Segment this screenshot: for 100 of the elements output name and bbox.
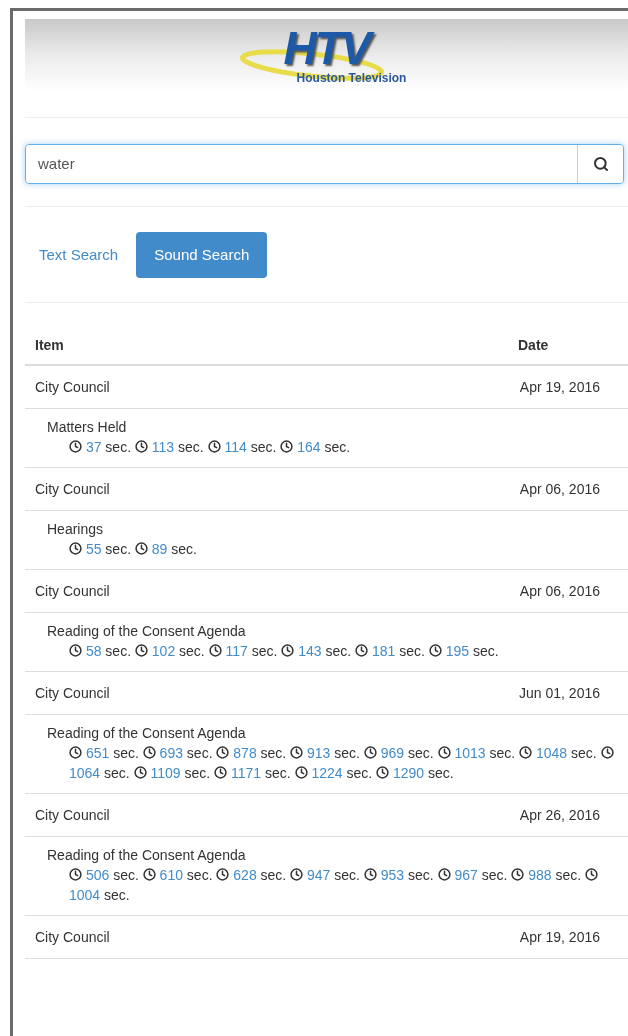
clock-icon bbox=[290, 868, 304, 881]
time-link[interactable]: 195 bbox=[445, 643, 470, 659]
clock-icon bbox=[69, 868, 82, 881]
time-link[interactable]: 1048 bbox=[536, 745, 568, 761]
time-link[interactable]: 1064 bbox=[69, 765, 101, 781]
item-date: Apr 06, 2016 bbox=[518, 479, 601, 499]
time-unit: sec. bbox=[399, 643, 425, 659]
clock-icon bbox=[280, 440, 294, 453]
time-unit: sec. bbox=[260, 745, 287, 761]
time-unit: sec. bbox=[334, 867, 360, 883]
time-unit: sec. bbox=[408, 745, 434, 761]
time-link[interactable]: 1004 bbox=[69, 887, 101, 903]
time-link[interactable]: 58 bbox=[85, 643, 102, 659]
time-unit: sec. bbox=[334, 745, 360, 761]
clock-icon bbox=[437, 746, 451, 759]
clock-icon bbox=[281, 644, 295, 657]
clock-icon bbox=[294, 766, 308, 779]
time-unit: sec. bbox=[481, 867, 508, 883]
clock-icon bbox=[428, 644, 442, 657]
time-link[interactable]: 89 bbox=[151, 541, 168, 557]
time-unit: sec. bbox=[113, 867, 139, 883]
clock-icon bbox=[437, 868, 451, 881]
item-title: City Council bbox=[35, 377, 111, 397]
search-tab[interactable]: Sound Search bbox=[136, 232, 268, 278]
time-link[interactable]: 610 bbox=[159, 867, 183, 883]
item-date: Jun 01, 2016 bbox=[518, 683, 601, 703]
clock-icon bbox=[69, 746, 82, 759]
clock-icon bbox=[600, 746, 614, 759]
time-unit: sec. bbox=[104, 887, 130, 903]
time-link[interactable]: 143 bbox=[298, 643, 322, 659]
item-title: City Council bbox=[35, 683, 111, 703]
clock-icon bbox=[134, 542, 148, 555]
time-unit: sec. bbox=[179, 643, 205, 659]
time-unit: sec. bbox=[113, 745, 139, 761]
time-unit: sec. bbox=[104, 765, 130, 781]
segment-title: Matters Held bbox=[47, 419, 127, 435]
clock-icon bbox=[216, 746, 230, 759]
time-link[interactable]: 102 bbox=[151, 643, 176, 659]
time-link[interactable]: 913 bbox=[307, 745, 331, 761]
time-link[interactable]: 1171 bbox=[231, 765, 262, 781]
time-link[interactable]: 506 bbox=[85, 867, 110, 883]
time-link[interactable]: 651 bbox=[85, 745, 110, 761]
time-link[interactable]: 55 bbox=[85, 541, 102, 557]
clock-icon bbox=[69, 644, 82, 657]
clock-icon bbox=[208, 644, 222, 657]
item-title: City Council bbox=[35, 805, 111, 825]
time-unit: sec. bbox=[428, 765, 454, 781]
clock-icon bbox=[214, 766, 228, 779]
clock-icon bbox=[134, 440, 148, 453]
item-title: City Council bbox=[35, 479, 111, 499]
time-unit: sec. bbox=[178, 439, 204, 455]
item-date: Apr 26, 2016 bbox=[518, 805, 601, 825]
search-tab[interactable]: Text Search bbox=[29, 232, 129, 278]
time-link[interactable]: 1290 bbox=[392, 765, 425, 781]
time-link[interactable]: 628 bbox=[233, 867, 257, 883]
time-unit: sec. bbox=[571, 745, 597, 761]
time-link[interactable]: 117 bbox=[225, 643, 248, 659]
time-link[interactable]: 969 bbox=[380, 745, 405, 761]
item-title: City Council bbox=[35, 927, 111, 947]
time-unit: sec. bbox=[184, 765, 211, 781]
time-link[interactable]: 114 bbox=[224, 439, 247, 455]
time-link[interactable]: 1109 bbox=[150, 765, 181, 781]
time-link[interactable]: 113 bbox=[151, 439, 175, 455]
time-link[interactable]: 164 bbox=[297, 439, 321, 455]
search-button[interactable] bbox=[577, 145, 623, 183]
time-unit: sec. bbox=[105, 643, 132, 659]
clock-icon bbox=[511, 868, 525, 881]
time-link[interactable]: 878 bbox=[233, 745, 257, 761]
time-link[interactable]: 953 bbox=[380, 867, 405, 883]
time-link[interactable]: 988 bbox=[528, 867, 552, 883]
time-unit: sec. bbox=[346, 765, 373, 781]
clock-icon bbox=[355, 644, 369, 657]
clock-icon bbox=[142, 868, 156, 881]
time-unit: sec. bbox=[265, 765, 291, 781]
item-title: City Council bbox=[35, 581, 111, 601]
clock-icon bbox=[363, 746, 377, 759]
item-date: Apr 06, 2016 bbox=[518, 581, 601, 601]
time-unit: sec. bbox=[408, 867, 434, 883]
segment-title: Hearings bbox=[47, 521, 104, 537]
time-link[interactable]: 1224 bbox=[311, 765, 343, 781]
clock-icon bbox=[142, 746, 156, 759]
time-link[interactable]: 181 bbox=[371, 643, 396, 659]
time-link[interactable]: 947 bbox=[307, 867, 331, 883]
time-unit: sec. bbox=[555, 867, 582, 883]
time-unit: sec. bbox=[186, 745, 213, 761]
time-link[interactable]: 693 bbox=[159, 745, 183, 761]
time-unit: sec. bbox=[186, 867, 213, 883]
clock-icon bbox=[133, 766, 147, 779]
time-link[interactable]: 37 bbox=[85, 439, 102, 455]
segment-title: Reading of the Consent Agenda bbox=[47, 623, 246, 639]
search-icon bbox=[592, 156, 609, 172]
time-unit: sec. bbox=[489, 745, 516, 761]
clock-icon bbox=[585, 868, 599, 881]
time-unit: sec. bbox=[260, 867, 287, 883]
time-link[interactable]: 1013 bbox=[454, 745, 486, 761]
time-unit: sec. bbox=[472, 643, 499, 659]
time-unit: sec. bbox=[171, 541, 197, 557]
time-link[interactable]: 967 bbox=[454, 867, 478, 883]
time-unit: sec. bbox=[105, 541, 132, 557]
item-date: Apr 19, 2016 bbox=[518, 927, 601, 947]
